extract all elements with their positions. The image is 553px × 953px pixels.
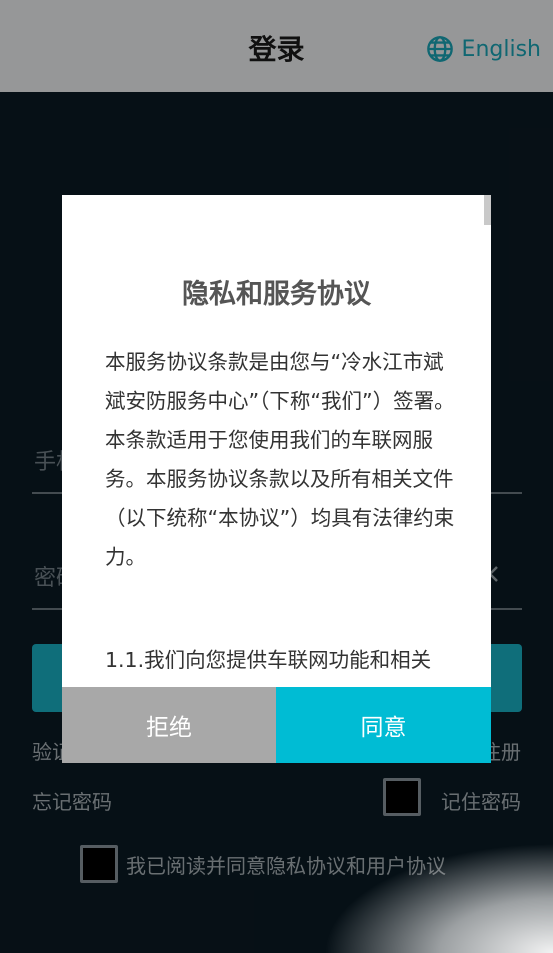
- dialog-scroll-area[interactable]: 隐私和服务协议 本服务协议条款是由您与“冷水江市斌斌安防服务中心”（下称“我们”…: [62, 195, 491, 687]
- scrollbar-thumb[interactable]: [484, 195, 491, 225]
- privacy-dialog: 隐私和服务协议 本服务协议条款是由您与“冷水江市斌斌安防服务中心”（下称“我们”…: [62, 195, 491, 763]
- dialog-paragraph: 1.1.我们向您提供车联网功能和相关: [105, 648, 432, 672]
- reject-button[interactable]: 拒绝: [62, 687, 276, 763]
- dialog-paragraph: 本服务协议条款是由您与“冷水江市斌斌安防服务中心”（下称“我们”）签署。本条款适…: [105, 350, 455, 569]
- agree-button[interactable]: 同意: [276, 687, 491, 763]
- dialog-title: 隐私和服务协议: [182, 279, 371, 310]
